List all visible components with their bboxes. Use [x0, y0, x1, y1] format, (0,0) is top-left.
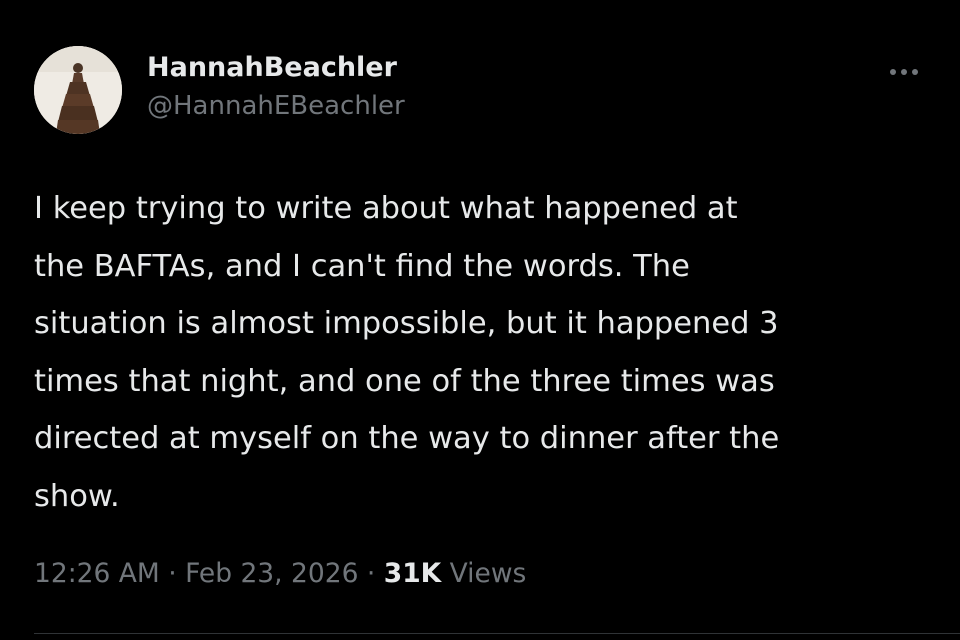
divider	[34, 633, 960, 634]
tweet-timestamp[interactable]: 12:26 AM · Feb 23, 2026	[34, 558, 358, 589]
tweet-date: Feb 23, 2026	[185, 558, 359, 589]
views-label: Views	[449, 558, 527, 589]
tweet-card: HannahBeachler @HannahEBeachler I keep t…	[0, 0, 960, 640]
author-names: HannahBeachler @HannahEBeachler	[147, 50, 405, 124]
tweet-time: 12:26 AM	[34, 558, 160, 589]
author-display-name[interactable]: HannahBeachler	[147, 50, 405, 86]
meta-separator: ·	[366, 558, 376, 589]
avatar[interactable]	[34, 46, 122, 134]
views-count[interactable]: 31K	[384, 558, 441, 589]
author-handle[interactable]: @HannahEBeachler	[147, 88, 405, 124]
more-horizontal-icon	[890, 69, 918, 75]
more-options-button[interactable]	[882, 58, 926, 86]
tweet-meta: 12:26 AM · Feb 23, 2026 · 31K Views	[34, 552, 526, 596]
profile-photo-icon	[34, 46, 122, 134]
meta-separator: ·	[168, 558, 177, 589]
tweet-text: I keep trying to write about what happen…	[34, 191, 780, 514]
